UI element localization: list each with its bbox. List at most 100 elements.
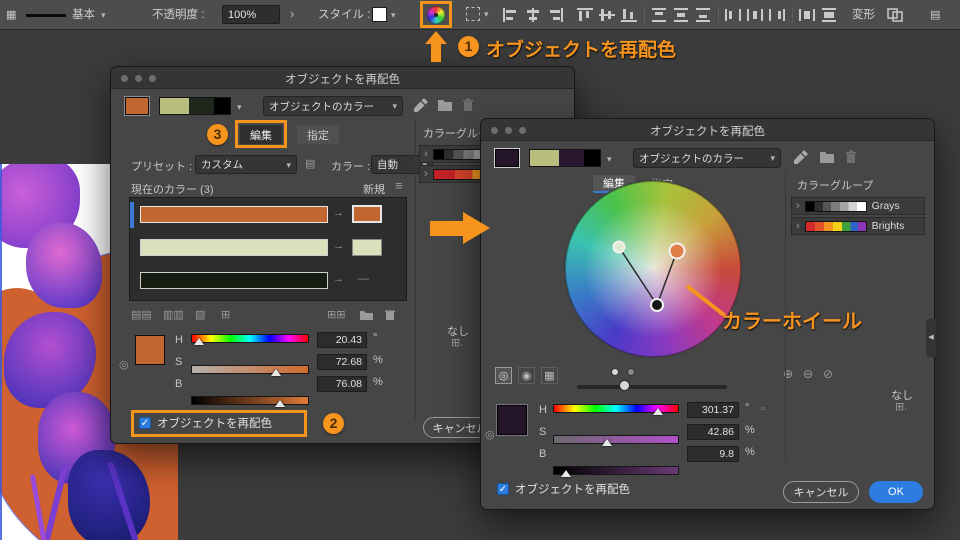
color-group-row-brights[interactable]: › Brights xyxy=(791,217,925,235)
distribute-right-icon[interactable] xyxy=(768,7,786,23)
b-slider-handle[interactable] xyxy=(561,470,572,477)
none-swatch-icon[interactable]: ⊞. xyxy=(895,401,907,413)
chevron-right-icon[interactable]: › xyxy=(796,220,800,232)
dialog-titlebar[interactable]: オブジェクトを再配色 xyxy=(481,119,934,141)
cancel-button[interactable]: キャンセル xyxy=(783,481,859,503)
s-slider[interactable] xyxy=(191,365,309,376)
object-colors-dropdown[interactable]: オブジェクトのカラー ▾ xyxy=(263,96,403,116)
distribute-vspace-icon[interactable] xyxy=(820,7,838,23)
b-slider-handle[interactable] xyxy=(275,400,286,407)
tab-assign[interactable]: 指定 xyxy=(297,125,339,144)
delete-color-icon[interactable] xyxy=(383,309,397,321)
panel-options-icon[interactable]: ▤ xyxy=(930,8,940,21)
new-color-group-folder-icon[interactable] xyxy=(359,309,374,321)
trash-icon[interactable] xyxy=(843,150,859,164)
panel-collapse-icon[interactable]: ◀ xyxy=(926,319,936,357)
brightness-slider-track[interactable] xyxy=(577,385,727,389)
current-color-bar[interactable] xyxy=(140,272,328,289)
color-group-row-grays[interactable]: › Grays xyxy=(791,197,925,215)
s-slider[interactable] xyxy=(553,435,679,446)
align-right-icon[interactable] xyxy=(546,7,564,23)
brightness-slider-handle[interactable] xyxy=(619,380,630,391)
harmony-unlink-icon[interactable]: ⊖ xyxy=(803,368,813,380)
b-slider[interactable] xyxy=(553,466,679,477)
new-group-grid-icon[interactable]: ⊞⊞ xyxy=(327,309,345,321)
eyedropper-icon[interactable] xyxy=(413,97,429,113)
s-value-input[interactable]: 72.68 xyxy=(317,354,367,370)
active-color-swatch[interactable] xyxy=(494,148,520,168)
color-set-strip[interactable] xyxy=(159,97,231,115)
hsb-main-swatch[interactable] xyxy=(496,404,528,436)
s-value-input[interactable]: 42.86 xyxy=(687,424,739,440)
hsb-main-swatch[interactable] xyxy=(135,335,165,365)
b-value-input[interactable]: 9.8 xyxy=(687,446,739,462)
h-slider[interactable] xyxy=(553,404,679,415)
style-swatch-dropdown[interactable]: ▾ xyxy=(372,7,396,22)
ok-button[interactable]: OK xyxy=(869,481,923,503)
exclude-colors-icon[interactable]: ▧ xyxy=(195,309,205,321)
align-hcenter-icon[interactable] xyxy=(524,7,542,23)
harmony-off-icon[interactable]: ⊘ xyxy=(823,368,833,380)
brightness-mini-dot-2[interactable] xyxy=(627,368,635,376)
transform-label[interactable]: 変形 xyxy=(852,8,875,22)
new-color-swatch[interactable] xyxy=(352,239,382,256)
tab-edit[interactable]: 編集 xyxy=(240,125,282,144)
trash-icon[interactable] xyxy=(460,98,476,112)
eyedropper-icon[interactable] xyxy=(793,149,809,165)
new-folder-icon[interactable] xyxy=(819,150,835,164)
chevron-right-icon[interactable]: › xyxy=(424,168,428,180)
checkbox-checked-icon[interactable]: ✓ xyxy=(497,483,509,495)
gamut-warning-icon[interactable]: ▫ xyxy=(761,403,765,415)
document-icon[interactable]: ▦ xyxy=(6,8,16,21)
dialog-titlebar[interactable]: オブジェクトを再配色 xyxy=(111,67,574,89)
recolor-checkbox-row[interactable]: ✓ オブジェクトを再配色 xyxy=(139,415,272,431)
align-left-icon[interactable] xyxy=(502,7,520,23)
recolor-checkbox-row[interactable]: ✓ オブジェクトを再配色 xyxy=(497,481,630,497)
s-slider-handle[interactable] xyxy=(271,369,282,376)
distribute-hspace-icon[interactable] xyxy=(798,7,816,23)
chevron-right-icon[interactable]: › xyxy=(796,200,800,212)
new-color-swatch[interactable] xyxy=(352,205,382,223)
distribute-bottom-icon[interactable] xyxy=(694,7,712,23)
opacity-input[interactable]: 100% xyxy=(222,5,280,24)
preset-dropdown[interactable]: カスタム ▾ xyxy=(195,155,297,174)
chevron-down-icon[interactable]: ▾ xyxy=(237,102,242,112)
save-preset-icon[interactable]: ▤ xyxy=(305,158,315,170)
h-slider-handle[interactable] xyxy=(652,408,663,415)
none-swatch-icon[interactable]: ⊞. xyxy=(451,337,463,349)
menu-icon[interactable]: ≡ xyxy=(395,179,403,192)
chevron-right-icon[interactable]: › xyxy=(290,6,294,21)
transform-shape-icon[interactable] xyxy=(886,7,904,23)
checkbox-checked-icon[interactable]: ✓ xyxy=(139,417,151,429)
chevron-down-icon[interactable]: ▾ xyxy=(607,154,612,164)
align-vcenter-icon[interactable] xyxy=(598,7,616,23)
new-row-icon[interactable]: ⊞ xyxy=(221,309,230,321)
color-set-strip[interactable] xyxy=(529,149,601,167)
merge-colors-icon[interactable]: ▤▤ xyxy=(131,309,152,321)
b-slider[interactable] xyxy=(191,396,309,407)
current-color-bar[interactable] xyxy=(140,206,328,223)
object-colors-dropdown[interactable]: オブジェクトのカラー ▾ xyxy=(633,148,781,168)
h-value-input[interactable]: 301.37 xyxy=(687,402,739,418)
constrain-harmony-icon[interactable]: ◎ xyxy=(119,359,129,371)
align-bottom-icon[interactable] xyxy=(620,7,638,23)
active-color-swatch[interactable] xyxy=(124,96,150,116)
b-value-input[interactable]: 76.08 xyxy=(317,376,367,392)
constrain-harmony-icon[interactable]: ◎ xyxy=(485,429,495,441)
h-slider[interactable] xyxy=(191,334,309,345)
distribute-left-icon[interactable] xyxy=(724,7,742,23)
separate-colors-icon[interactable]: ▥▥ xyxy=(163,309,184,321)
wheel-mode-bars-icon[interactable]: ▦ xyxy=(541,367,558,384)
new-folder-icon[interactable] xyxy=(437,98,453,112)
wheel-mode-smooth-icon[interactable]: ◎ xyxy=(495,367,512,384)
h-slider-handle[interactable] xyxy=(193,338,204,345)
h-value-input[interactable]: 20.43 xyxy=(317,332,367,348)
chevron-right-icon[interactable]: › xyxy=(424,148,428,160)
s-slider-handle[interactable] xyxy=(602,439,613,446)
selection-style-dropdown[interactable]: ▾ xyxy=(466,7,489,21)
stroke-style-dropdown[interactable]: 基本 ▾ xyxy=(26,6,106,24)
distribute-top-icon[interactable] xyxy=(650,7,668,23)
distribute-hcenter-icon[interactable] xyxy=(746,7,764,23)
wheel-mode-segment-icon[interactable]: ◉ xyxy=(518,367,535,384)
distribute-vcenter-icon[interactable] xyxy=(672,7,690,23)
